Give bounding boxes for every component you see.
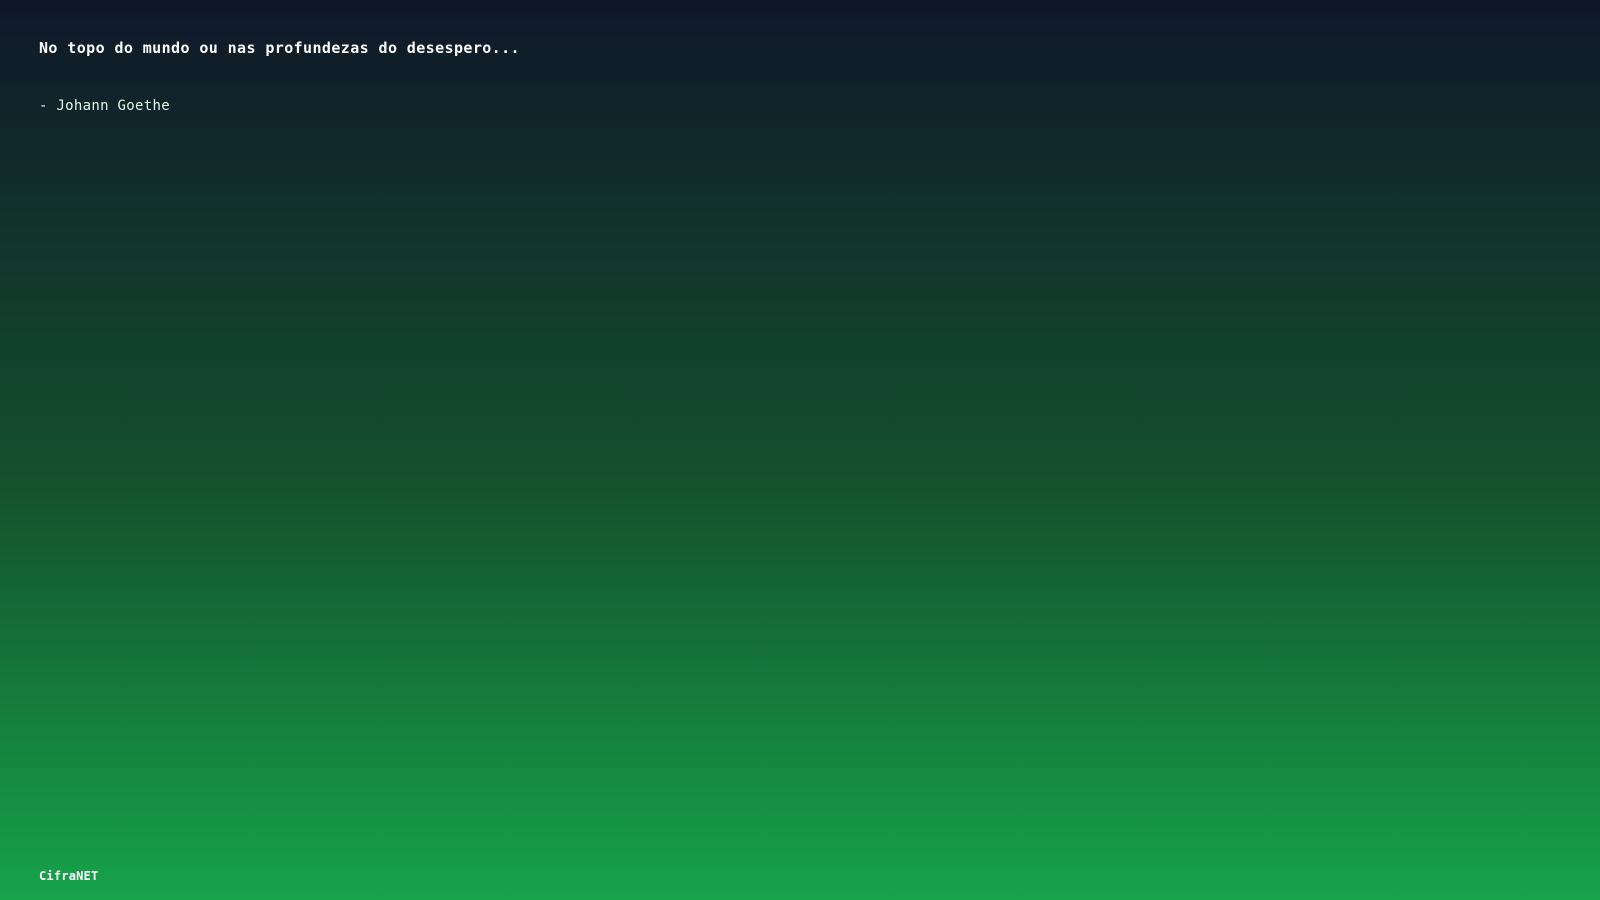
screensaver-screen: No topo do mundo ou nas profundezas do d… xyxy=(0,0,1600,900)
quote-author: - Johann Goethe xyxy=(39,98,170,114)
quote-text: No topo do mundo ou nas profundezas do d… xyxy=(39,39,520,57)
brand-label: CifraNET xyxy=(39,869,99,883)
quote-block: No topo do mundo ou nas profundezas do d… xyxy=(39,38,520,58)
